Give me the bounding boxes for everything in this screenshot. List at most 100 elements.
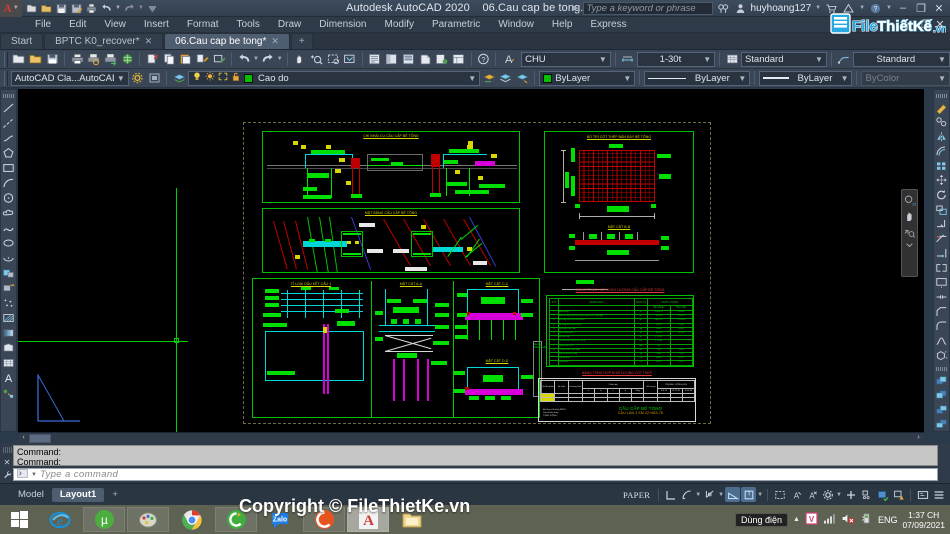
ellipse-icon[interactable] xyxy=(1,236,16,250)
chevron-down-icon[interactable]: ▼ xyxy=(757,492,763,498)
construction-line-icon[interactable] xyxy=(1,116,16,130)
gear-icon[interactable] xyxy=(130,70,146,86)
lightbulb-icon[interactable] xyxy=(192,71,202,85)
trim-icon[interactable] xyxy=(934,232,949,246)
menu-format[interactable]: Format xyxy=(178,17,228,33)
menu-file[interactable]: File xyxy=(26,17,60,33)
selection-cycling-icon[interactable] xyxy=(772,487,787,502)
insert-block-icon[interactable] xyxy=(1,266,16,280)
rectangle-icon[interactable] xyxy=(1,161,16,175)
draworder-above-icon[interactable] xyxy=(934,403,949,417)
publish-icon[interactable] xyxy=(103,51,119,67)
customize-icon[interactable] xyxy=(146,2,159,15)
username-label[interactable]: huyhoang127 xyxy=(751,3,812,14)
mirror-icon[interactable] xyxy=(934,130,949,144)
help-icon[interactable]: ? xyxy=(476,51,492,67)
isolate-warn-icon[interactable] xyxy=(891,487,906,502)
erase-icon[interactable] xyxy=(934,101,949,115)
sheetset-icon[interactable] xyxy=(417,51,433,67)
file-tab-bptc[interactable]: BPTC K0_recover* ✕ xyxy=(44,33,164,49)
revcloud-icon[interactable] xyxy=(1,206,16,220)
chevron-down-icon[interactable]: ▼ xyxy=(468,74,476,83)
windows-logo-icon[interactable] xyxy=(0,505,38,534)
drag-handle[interactable] xyxy=(3,94,14,98)
arc-icon[interactable] xyxy=(1,176,16,190)
tab-layout1[interactable]: Layout1 xyxy=(51,487,105,502)
chevron-down-icon[interactable]: ▼ xyxy=(695,492,701,498)
customization-plus-icon[interactable] xyxy=(843,487,858,502)
chrome-icon[interactable] xyxy=(171,507,213,532)
ellipse-arc-icon[interactable] xyxy=(1,251,16,265)
chevron-down-icon[interactable]: ▼ xyxy=(718,492,724,498)
space-toggle[interactable]: PAPER xyxy=(619,490,654,500)
menu-tools[interactable]: Tools xyxy=(228,17,269,33)
table-style-icon[interactable] xyxy=(724,51,740,67)
move-icon[interactable] xyxy=(934,174,949,188)
zoom-extents-icon[interactable] xyxy=(903,226,916,239)
menu-insert[interactable]: Insert xyxy=(135,17,178,33)
break-icon[interactable] xyxy=(934,261,949,275)
menu-view[interactable]: View xyxy=(95,17,135,33)
menu-express[interactable]: Express xyxy=(581,17,635,33)
stretch-icon[interactable] xyxy=(934,217,949,231)
customization-icon[interactable] xyxy=(931,487,946,502)
make-block-icon[interactable] xyxy=(1,281,16,295)
table-icon[interactable] xyxy=(1,356,16,370)
saveas-icon[interactable] xyxy=(70,2,83,15)
language-indicator[interactable]: ENG xyxy=(878,515,898,525)
annotation-scale-icon[interactable]: A xyxy=(804,487,819,502)
clock[interactable]: 1:37 CH 07/09/2021 xyxy=(902,510,945,530)
menu-help[interactable]: Help xyxy=(543,17,582,33)
text-style-icon[interactable]: A xyxy=(500,51,516,67)
redo-dropdown-icon[interactable]: ▼ xyxy=(138,5,144,11)
lineweight-combo[interactable]: ByLayer ▼ xyxy=(759,70,853,86)
fullscreen-icon[interactable] xyxy=(915,487,930,502)
lineweight-icon[interactable] xyxy=(741,487,757,502)
user-icon[interactable] xyxy=(734,2,747,15)
toolbar-grip[interactable] xyxy=(4,70,8,86)
chevron-down-icon[interactable] xyxy=(903,242,916,248)
break-at-point-icon[interactable] xyxy=(934,276,949,290)
menu-modify[interactable]: Modify xyxy=(376,17,423,33)
draworder-below-icon[interactable] xyxy=(934,418,949,432)
network-icon[interactable] xyxy=(823,512,836,528)
plotstyle-combo[interactable]: ByColor ▼ xyxy=(861,70,950,86)
plot-preview-icon[interactable] xyxy=(86,51,102,67)
menu-parametric[interactable]: Parametric xyxy=(423,17,489,33)
close-icon[interactable]: ✕ xyxy=(4,458,11,467)
zoom-previous-icon[interactable] xyxy=(342,51,358,67)
annotation-visibility-icon[interactable]: A xyxy=(788,487,803,502)
table-style-combo[interactable]: Standard ▼ xyxy=(740,51,827,67)
polar-tracking-icon[interactable] xyxy=(679,487,694,502)
tab-model[interactable]: Model xyxy=(10,488,52,502)
close-icon[interactable]: ✕ xyxy=(145,36,153,47)
scale-icon[interactable] xyxy=(934,203,949,217)
point-icon[interactable] xyxy=(1,296,16,310)
chevron-down-icon[interactable]: ▼ xyxy=(815,55,823,64)
freeze-icon[interactable] xyxy=(218,71,228,85)
undo-dropdown-icon[interactable]: ▼ xyxy=(115,5,121,11)
drag-dots-icon[interactable] xyxy=(2,446,12,455)
extend-icon[interactable] xyxy=(934,247,949,261)
designcenter-icon[interactable] xyxy=(384,51,400,67)
copy-icon[interactable] xyxy=(161,51,177,67)
osnap-icon[interactable] xyxy=(702,487,717,502)
draworder-front-icon[interactable] xyxy=(934,374,949,388)
workspace-settings-icon[interactable] xyxy=(147,70,163,86)
search-input[interactable]: Type a keyword or phrase xyxy=(582,1,713,15)
array-icon[interactable] xyxy=(934,159,949,173)
add-layout-button[interactable]: + xyxy=(104,488,126,502)
scroll-left-icon[interactable]: ‹ xyxy=(18,433,29,443)
region-icon[interactable] xyxy=(1,341,16,355)
chevron-down-icon[interactable]: ▼ xyxy=(623,74,631,83)
layer-color-swatch[interactable] xyxy=(244,73,254,83)
command-input-row[interactable]: ▼ Type a command xyxy=(13,468,938,481)
application-menu-button[interactable]: A ▼ xyxy=(0,0,22,17)
otrack-icon[interactable] xyxy=(725,487,741,502)
dimension-style-icon[interactable] xyxy=(620,51,636,67)
layer-previous-icon[interactable] xyxy=(481,70,497,86)
draworder-back-icon[interactable] xyxy=(934,388,949,402)
internet-explorer-icon[interactable]: e xyxy=(39,507,81,532)
plot-icon[interactable] xyxy=(69,51,85,67)
chevron-down-icon[interactable]: ▼ xyxy=(938,74,946,83)
